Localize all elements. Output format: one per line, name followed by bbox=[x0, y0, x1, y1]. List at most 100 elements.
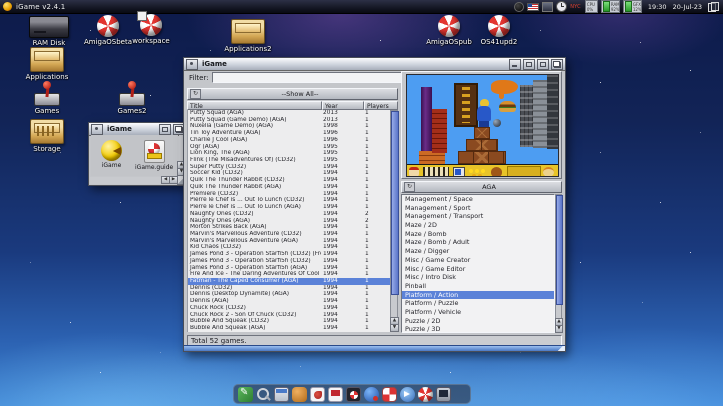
guide-icon[interactable] bbox=[328, 387, 343, 402]
grab-icon[interactable] bbox=[346, 387, 361, 402]
clock-icon[interactable] bbox=[556, 1, 567, 12]
depth-gadget-icon[interactable] bbox=[551, 59, 563, 70]
ladder-art bbox=[462, 87, 470, 123]
desktop-icon-ramdisk[interactable]: RAM Disk bbox=[18, 16, 80, 47]
genre-item[interactable]: Misc / Intro Disk bbox=[402, 273, 554, 282]
table-row[interactable]: Ogr (AGA)19951 bbox=[188, 144, 391, 151]
table-row[interactable]: Marvin's Marvellous Adventure (CD32)1994… bbox=[188, 231, 391, 238]
column-header[interactable]: Year bbox=[322, 101, 364, 110]
game-screenshot[interactable] bbox=[406, 74, 559, 177]
table-row[interactable]: Fatman - The Caped Consumer (AGA)19941 bbox=[188, 278, 391, 285]
commodity-icon[interactable] bbox=[708, 2, 718, 11]
table-row[interactable]: Dennis (CD32)19941 bbox=[188, 285, 391, 292]
screens-docky-icon[interactable] bbox=[542, 2, 553, 12]
genre-item[interactable]: Platform / Action bbox=[402, 291, 554, 300]
horizontal-scrollbar[interactable]: ◀ ▶ bbox=[90, 177, 178, 184]
table-row[interactable]: Pierre le Chef is ... Out To Lunch (AGA)… bbox=[188, 204, 391, 211]
screens-icon[interactable] bbox=[436, 387, 451, 402]
sphere-docky-icon[interactable] bbox=[514, 2, 524, 12]
notepad-icon[interactable] bbox=[238, 387, 253, 402]
table-row[interactable]: Putty Squad (AGA)20131 bbox=[188, 110, 391, 117]
boing-icon[interactable] bbox=[418, 387, 433, 402]
table-row[interactable]: Naughty Ones (AGA)19942 bbox=[188, 218, 391, 225]
table-row[interactable]: Chuck Rock (CD32)19941 bbox=[188, 305, 391, 312]
table-row[interactable]: Dennis (AGA)19941 bbox=[188, 298, 391, 305]
table-row[interactable]: Bubble And Squeak (AGA)19941 bbox=[188, 325, 391, 332]
browser-icon[interactable] bbox=[364, 387, 379, 402]
show-filter-cycle[interactable]: ↻ --Show All-- bbox=[187, 88, 398, 100]
table-row[interactable]: Fire And Ice - The Daring Adventures Of … bbox=[188, 271, 391, 278]
games-icon[interactable] bbox=[382, 387, 397, 402]
genre-item[interactable]: Puzzle / 2D bbox=[402, 317, 554, 326]
splat-drip-art bbox=[499, 92, 504, 99]
table-row[interactable]: Kid Chaos (CD32)19941 bbox=[188, 244, 391, 251]
table-row[interactable]: James Pond 3 - Operation Starfi5h (CD32)… bbox=[188, 251, 391, 258]
table-row[interactable]: Nuxelia (Game Demo) (AGA)19981 bbox=[188, 123, 391, 130]
table-row[interactable]: Marvin's Marvellous Adventure (AGA)19941 bbox=[188, 238, 391, 245]
genre-item[interactable]: Maze / Bomb / Adult bbox=[402, 238, 554, 247]
genre-item[interactable]: Pinball bbox=[402, 282, 554, 291]
genre-filter-cycle[interactable]: ↻ AGA bbox=[401, 181, 562, 193]
genre-item[interactable]: Puzzle / 3D bbox=[402, 325, 554, 333]
table-row[interactable]: Bubble And Squeak (CD32)19941 bbox=[188, 318, 391, 325]
iconify-gadget-icon[interactable] bbox=[509, 59, 521, 70]
genre-item[interactable]: Platform / Vehicle bbox=[402, 308, 554, 317]
table-row[interactable]: Flink (The Misadventures Of) (CD32)19951 bbox=[188, 157, 391, 164]
table-row[interactable]: Quik The Thunder Rabbit (CD32)19941 bbox=[188, 177, 391, 184]
game-list-scrollbar[interactable]: ▲ ▼ bbox=[390, 110, 398, 332]
window-titlebar[interactable]: iGame bbox=[184, 58, 565, 71]
zoom-gadget-icon[interactable] bbox=[159, 124, 171, 135]
table-row[interactable]: Morton Strikes Back (AGA)19941 bbox=[188, 224, 391, 231]
genre-item[interactable]: Misc / Game Creator bbox=[402, 256, 554, 265]
desktop-icon-os41upd2[interactable]: OS41upd2 bbox=[468, 15, 530, 46]
genre-item[interactable]: Maze / Bomb bbox=[402, 230, 554, 239]
genre-item[interactable]: Management / Space bbox=[402, 195, 554, 204]
table-row[interactable]: Chuck Rock 2 - Son Of Chuck (CD32)19941 bbox=[188, 312, 391, 319]
table-row[interactable]: Tin Toy Adventure (AGA)19961 bbox=[188, 130, 391, 137]
igame-tool-icon[interactable]: iGame bbox=[101, 140, 122, 169]
search-icon[interactable] bbox=[256, 387, 271, 402]
table-row[interactable]: James Pond 3 - Operation Starfi5h (AGA)1… bbox=[188, 265, 391, 272]
net-icon[interactable] bbox=[400, 387, 415, 402]
zoom-gadget-icon[interactable] bbox=[537, 59, 549, 70]
scrollbar-thumb[interactable] bbox=[556, 195, 563, 305]
table-row[interactable]: Soccer Kid (CD32)19941 bbox=[188, 170, 391, 177]
genre-item[interactable]: Maze / Digger bbox=[402, 247, 554, 256]
keymap-flag-icon[interactable] bbox=[527, 3, 539, 11]
table-row[interactable]: James Pond 3 - Operation Starfi5h (CD32)… bbox=[188, 258, 391, 265]
desktop-icon-applications[interactable]: Applications bbox=[16, 47, 78, 81]
close-gadget-icon[interactable] bbox=[186, 59, 198, 70]
desktop-icon-storage[interactable]: Storage bbox=[16, 119, 78, 153]
table-row[interactable]: Putty Squad (Game Demo) (AGA)20131 bbox=[188, 117, 391, 124]
document-icon[interactable] bbox=[310, 387, 325, 402]
desktop-icon-workspace[interactable]: workspace bbox=[120, 14, 182, 45]
genre-item[interactable]: Misc / Game Editor bbox=[402, 265, 554, 274]
column-header[interactable]: Title bbox=[187, 101, 322, 110]
tower-art bbox=[547, 75, 559, 149]
desktop-icon-games2[interactable]: Games2 bbox=[101, 83, 163, 115]
editor-icon[interactable] bbox=[274, 387, 289, 402]
column-header[interactable]: Players bbox=[364, 101, 398, 110]
table-row[interactable]: Premiere (CD32)19941 bbox=[188, 191, 391, 198]
filer-icon[interactable] bbox=[292, 387, 307, 402]
table-row[interactable]: Quik The Thunder Rabbit (AGA)19941 bbox=[188, 184, 391, 191]
desktop-icon-applications2[interactable]: Applications2 bbox=[217, 19, 279, 53]
genre-item[interactable]: Management / Sport bbox=[402, 204, 554, 213]
genre-item[interactable]: Platform / Puzzle bbox=[402, 299, 554, 308]
table-row[interactable]: Super Putty (CD32)19941 bbox=[188, 164, 391, 171]
filter-label: Filter: bbox=[189, 74, 209, 82]
jump-gadget-icon[interactable] bbox=[523, 59, 535, 70]
table-row[interactable]: Naughty Ones (CD32)19942 bbox=[188, 211, 391, 218]
genre-item[interactable]: Management / Transport bbox=[402, 212, 554, 221]
table-row[interactable]: Charlie J Cool (AGA)19961 bbox=[188, 137, 391, 144]
scrollbar-thumb[interactable] bbox=[391, 111, 399, 295]
genre-item[interactable]: Maze / 2D bbox=[402, 221, 554, 230]
desktop-icon-games[interactable]: Games bbox=[16, 83, 78, 115]
table-row[interactable]: Dennis (Desktop Dynamite) (AGA)19941 bbox=[188, 291, 391, 298]
resize-gadget-icon[interactable] bbox=[557, 346, 565, 351]
igame-guide-icon-item[interactable]: iGame.guide bbox=[135, 140, 173, 171]
genre-list-scrollbar[interactable]: ▲ ▼ bbox=[555, 194, 562, 333]
table-row[interactable]: Pierre le Chef is ... Out To Lunch (CD32… bbox=[188, 197, 391, 204]
close-gadget-icon[interactable] bbox=[91, 124, 103, 135]
table-row[interactable]: Lion King, The (AGA)19951 bbox=[188, 150, 391, 157]
